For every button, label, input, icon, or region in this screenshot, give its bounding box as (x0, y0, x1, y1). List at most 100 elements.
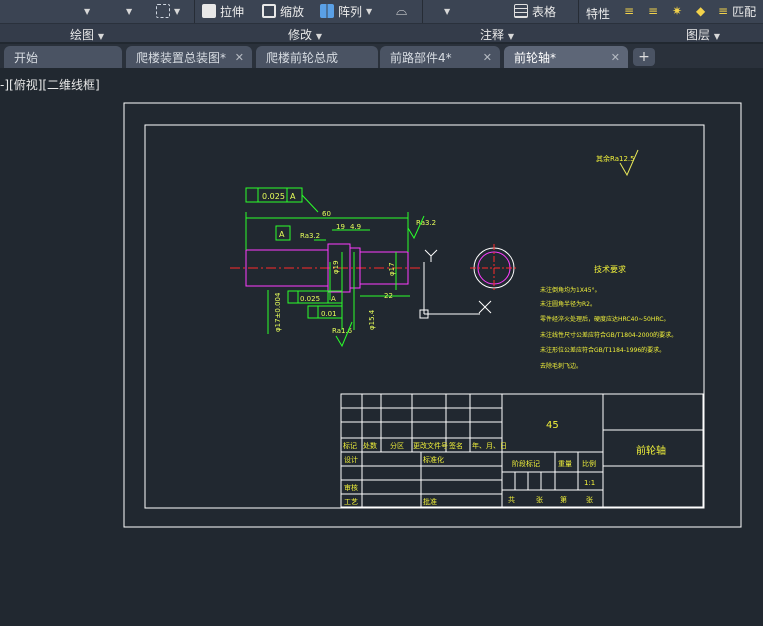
stretch-label: 拉伸 (220, 4, 245, 19)
tech-line: 零件经淬火处理后，硬度应达HRC40~50HRC。 (540, 315, 669, 323)
tab-front-axle[interactable]: 前轮轴* ✕ (504, 46, 628, 68)
tech-requirements-title: 技术要求 (594, 264, 626, 274)
svg-text:更改文件号: 更改文件号 (413, 441, 448, 450)
part-name: 前轮轴 (636, 444, 666, 457)
svg-text:比例: 比例 (582, 459, 596, 468)
svg-text:0.01: 0.01 (321, 310, 337, 318)
svg-text:1:1: 1:1 (584, 479, 595, 487)
layer-icon: ≡ (624, 4, 635, 18)
tolerance-datum: A (331, 295, 336, 303)
scale-icon (262, 4, 276, 18)
dim-phi17: φ17 (388, 262, 396, 276)
draw-dropdown[interactable]: ▼ (84, 2, 90, 20)
draw-more-dropdown[interactable]: ▼ (126, 2, 132, 20)
flatness-frame: 0.01 (307, 305, 343, 319)
close-icon[interactable]: ✕ (235, 51, 244, 64)
tab-start[interactable]: 开始 (4, 46, 122, 68)
fillet-button[interactable]: ⌓ (396, 2, 407, 20)
match-icon: ≡ (718, 4, 729, 18)
tolerance-value: 0.025 (262, 192, 285, 201)
dim-22: 22 (384, 292, 393, 300)
datum-box-a: A (275, 225, 291, 241)
fillet-icon: ⌓ (396, 3, 408, 19)
drawing-canvas[interactable]: 其余Ra12.5 0.025 A A 0.025 A 0.01 60 19 4.… (0, 0, 763, 626)
scale-button[interactable]: 缩放 (262, 2, 304, 20)
tab-front-wheel[interactable]: 爬楼前轮总成 (256, 46, 378, 68)
match-label: 匹配 (732, 4, 757, 19)
dimension-texts: 60 19 4.9 22 φ19 φ17 φ15.4 φ17±0.004 Ra3… (274, 210, 436, 335)
table-label: 表格 (532, 4, 557, 19)
svg-text:第: 第 (560, 495, 567, 504)
svg-text:标记: 标记 (343, 441, 357, 450)
dim-phi15: φ15.4 (368, 309, 376, 330)
tolerance-value: 0.025 (300, 295, 320, 303)
tech-line: 未注形位公差应符合GB/T1184-1996的要求。 (540, 346, 665, 354)
modify-panel-title[interactable]: 修改 ▼ (288, 26, 322, 43)
svg-text:审核: 审核 (344, 483, 358, 492)
tolerance-frame-top: 0.025 A (245, 187, 319, 213)
tab-assembly[interactable]: 爬楼装置总装图* ✕ (126, 46, 252, 68)
tab-front-part[interactable]: 前路部件4* ✕ (380, 46, 500, 68)
svg-text:设计: 设计 (344, 455, 358, 464)
ra-1-6: Ra1.6 (332, 327, 353, 335)
tech-line: 未注线性尺寸公差应符合GB/T1804-2000的要求。 (540, 331, 677, 339)
array-icon (320, 4, 334, 18)
close-icon[interactable]: ✕ (483, 51, 492, 64)
ribbon-tools-row: ▼ ▼ ▼ 拉伸 缩放 阵列 ▼ ⌓ ▼ 表格 特性 ≡ ≡ ✷ ◆ ≡ 匹配 (0, 0, 763, 42)
svg-text:张: 张 (586, 495, 593, 504)
svg-text:工艺: 工艺 (344, 498, 358, 506)
layer-tool-4[interactable]: ◆ (696, 2, 705, 20)
tech-line: 未注倒角均为1X45°。 (540, 286, 601, 294)
annotate-panel-title[interactable]: 注释 ▼ (480, 26, 514, 43)
properties-button[interactable]: 特性 (586, 4, 610, 22)
svg-text:阶段标记: 阶段标记 (512, 459, 540, 468)
tab-label: 爬楼前轮总成 (266, 50, 339, 65)
dim-60: 60 (322, 210, 331, 218)
dim-phi17-left: φ17±0.004 (274, 292, 282, 332)
table-button[interactable]: 表格 (514, 2, 556, 20)
title-block-texts: 45 前轮轴 标记 处数 分区 更改文件号 签名 年、月、日 设计 标准化 阶段… (343, 420, 666, 506)
layer-icon: ≡ (648, 4, 659, 18)
tab-label: 爬楼装置总装图* (136, 50, 227, 65)
region-icon (156, 4, 170, 18)
draw-panel-title[interactable]: 绘图 ▼ (70, 26, 104, 43)
layer-tool-3[interactable]: ✷ (672, 2, 682, 20)
array-button[interactable]: 阵列 ▼ (320, 2, 372, 20)
svg-text:A: A (279, 230, 285, 239)
tech-line: 未注圆角半径为R2。 (540, 300, 596, 308)
roughness-symbol (619, 149, 639, 177)
new-tab-button[interactable]: + (633, 48, 655, 66)
array-label: 阵列 (338, 4, 363, 19)
layers-panel-title[interactable]: 图层 ▼ (686, 26, 720, 43)
shaft-profile (245, 243, 409, 293)
file-tabs: 开始 爬楼装置总装图* ✕ 爬楼前轮总成 前路部件4* ✕ 前轮轴* ✕ + (0, 44, 763, 68)
sheet-outer-border (123, 102, 742, 528)
svg-text:处数: 处数 (363, 441, 377, 450)
stretch-icon (202, 4, 216, 18)
tech-requirements-list: 未注倒角均为1X45°。 未注圆角半径为R2。 零件经淬火处理后，硬度应达HRC… (540, 286, 677, 370)
table-icon (514, 4, 528, 18)
ra-3-2-right: Ra3.2 (416, 219, 436, 227)
svg-text:年、月、日: 年、月、日 (472, 441, 507, 450)
close-icon[interactable]: ✕ (611, 51, 620, 64)
dim-19: 19 (336, 223, 345, 231)
material: 45 (546, 420, 559, 431)
svg-text:签名: 签名 (449, 441, 463, 450)
tolerance-frame-bottom: 0.025 A (287, 290, 343, 304)
roughness-mark (407, 215, 425, 240)
annotate-dropdown[interactable]: ▼ (444, 2, 450, 20)
region-button[interactable]: ▼ (156, 2, 180, 20)
scale-label: 缩放 (280, 4, 305, 19)
layer-tool-2[interactable]: ≡ (648, 2, 658, 20)
layer-tool-1[interactable]: ≡ (624, 2, 634, 20)
stretch-button[interactable]: 拉伸 (202, 2, 244, 20)
viewport-controls[interactable]: -][俯视][二维线框] (0, 76, 100, 93)
title-block (340, 393, 704, 508)
svg-text:张: 张 (536, 495, 543, 504)
ra-3-2-left: Ra3.2 (300, 232, 320, 240)
roughness-mark (335, 321, 353, 348)
properties-label: 特性 (586, 6, 611, 21)
roughness-note: 其余Ra12.5 (596, 154, 635, 163)
layer-icon: ✷ (672, 4, 683, 18)
match-button[interactable]: ≡ 匹配 (718, 2, 756, 20)
